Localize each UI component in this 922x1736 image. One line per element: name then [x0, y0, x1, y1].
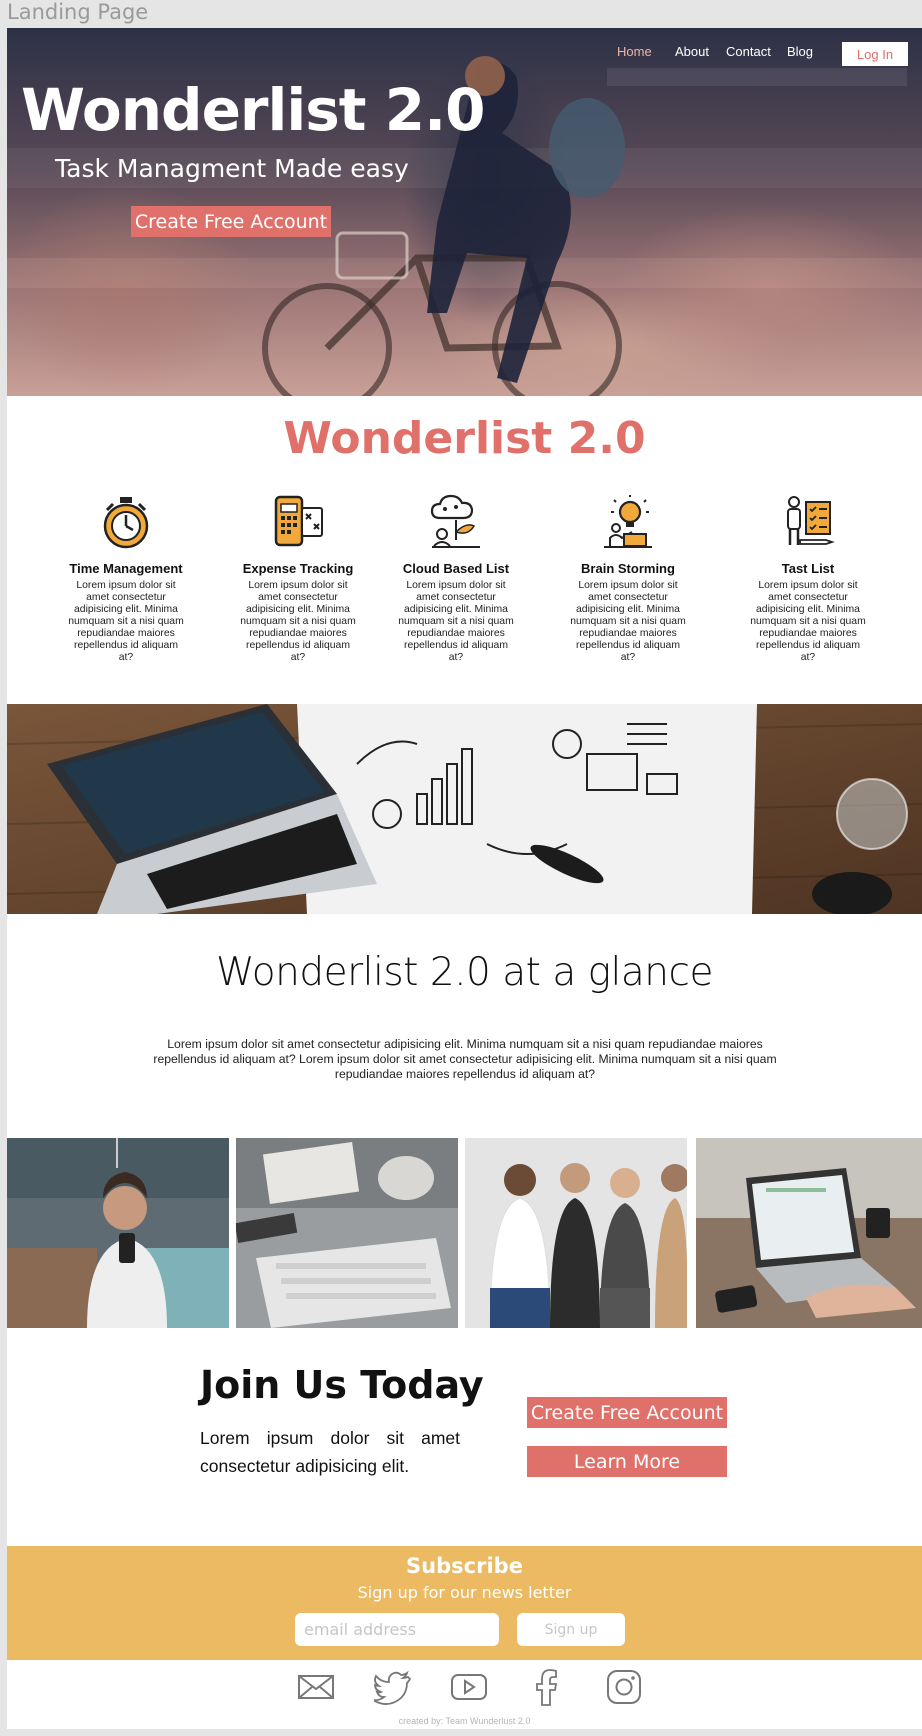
- subscribe-title: Subscribe: [406, 1554, 523, 1578]
- lightbulb-icon: [604, 495, 652, 548]
- email-input[interactable]: [295, 1613, 499, 1646]
- join-description: Lorem ipsum dolor sit amet consectetur a…: [200, 1428, 460, 1476]
- hero-section: Home About Contact Blog Log In Wonderlis…: [7, 28, 922, 396]
- subscribe-section: Subscribe Sign up for our news letter Si…: [7, 1546, 922, 1660]
- feature-task-list: Tast List Lorem ipsum dolor sit amet con…: [748, 494, 868, 664]
- hero-create-account-button[interactable]: Create Free Account: [131, 206, 331, 237]
- learn-more-button[interactable]: Learn More: [527, 1446, 727, 1477]
- sign-up-button[interactable]: Sign up: [517, 1613, 625, 1646]
- photo-group-with-phones: [465, 1138, 687, 1328]
- photo-woman-with-phone: [7, 1138, 229, 1328]
- feature-brain-storming: Brain Storming Lorem ipsum dolor sit ame…: [568, 494, 688, 664]
- feature-title: Time Management: [69, 561, 183, 576]
- twitter-icon[interactable]: [374, 1668, 412, 1706]
- feature-cloud-based-list: Cloud Based List Lorem ipsum dolor sit a…: [396, 494, 516, 664]
- glance-description: Lorem ipsum dolor sit amet consectetur a…: [153, 1037, 777, 1081]
- join-create-account-button[interactable]: Create Free Account: [527, 1397, 727, 1428]
- feature-title: Brain Storming: [581, 561, 675, 576]
- calculator-phone-icon: [274, 495, 323, 547]
- feature-description: Lorem ipsum dolor sit amet consectetur a…: [240, 580, 356, 663]
- feature-time-management: Time Management Lorem ipsum dolor sit am…: [66, 494, 186, 664]
- glance-title: Wonderlist 2.0 at a glance: [216, 950, 713, 995]
- facebook-icon[interactable]: [529, 1668, 567, 1706]
- nav-home-link[interactable]: Home: [617, 44, 652, 59]
- stopwatch-icon: [103, 497, 149, 549]
- feature-title: Expense Tracking: [242, 561, 354, 576]
- feature-description: Lorem ipsum dolor sit amet consectetur a…: [750, 580, 866, 663]
- nav-about-link[interactable]: About: [675, 44, 709, 59]
- checklist-person-icon: [787, 496, 835, 545]
- photo-laptop-typing: [696, 1138, 922, 1328]
- feature-title: Tast List: [781, 561, 835, 576]
- nav-blog-link[interactable]: Blog: [787, 44, 813, 59]
- nav-contact-link[interactable]: Contact: [726, 44, 771, 59]
- frame-label: Landing Page: [7, 0, 149, 24]
- feature-description: Lorem ipsum dolor sit amet consectetur a…: [570, 580, 686, 663]
- join-title: Join Us Today: [200, 1363, 484, 1407]
- login-button[interactable]: Log In: [842, 42, 908, 66]
- landing-page: Home About Contact Blog Log In Wonderlis…: [7, 28, 922, 1729]
- cloud-plant-icon: [430, 494, 480, 548]
- footer-credit: created by: Team Wunderlust 2.0: [398, 1716, 531, 1726]
- hero-title: Wonderlist 2.0: [21, 76, 485, 144]
- photo-keyboard-desk: [236, 1138, 458, 1328]
- feature-title: Cloud Based List: [402, 561, 510, 576]
- workspace-banner-image: [7, 704, 922, 914]
- youtube-icon[interactable]: [450, 1668, 488, 1706]
- mail-icon[interactable]: [297, 1668, 335, 1706]
- feature-description: Lorem ipsum dolor sit amet consectetur a…: [398, 580, 514, 663]
- feature-description: Lorem ipsum dolor sit amet consectetur a…: [68, 580, 184, 663]
- feature-expense-tracking: Expense Tracking Lorem ipsum dolor sit a…: [238, 494, 358, 664]
- hero-subtitle: Task Managment Made easy: [55, 154, 409, 183]
- features-title: Wonderlist 2.0: [283, 413, 646, 464]
- instagram-icon[interactable]: [605, 1668, 643, 1706]
- subscribe-subtitle: Sign up for our news letter: [357, 1583, 572, 1602]
